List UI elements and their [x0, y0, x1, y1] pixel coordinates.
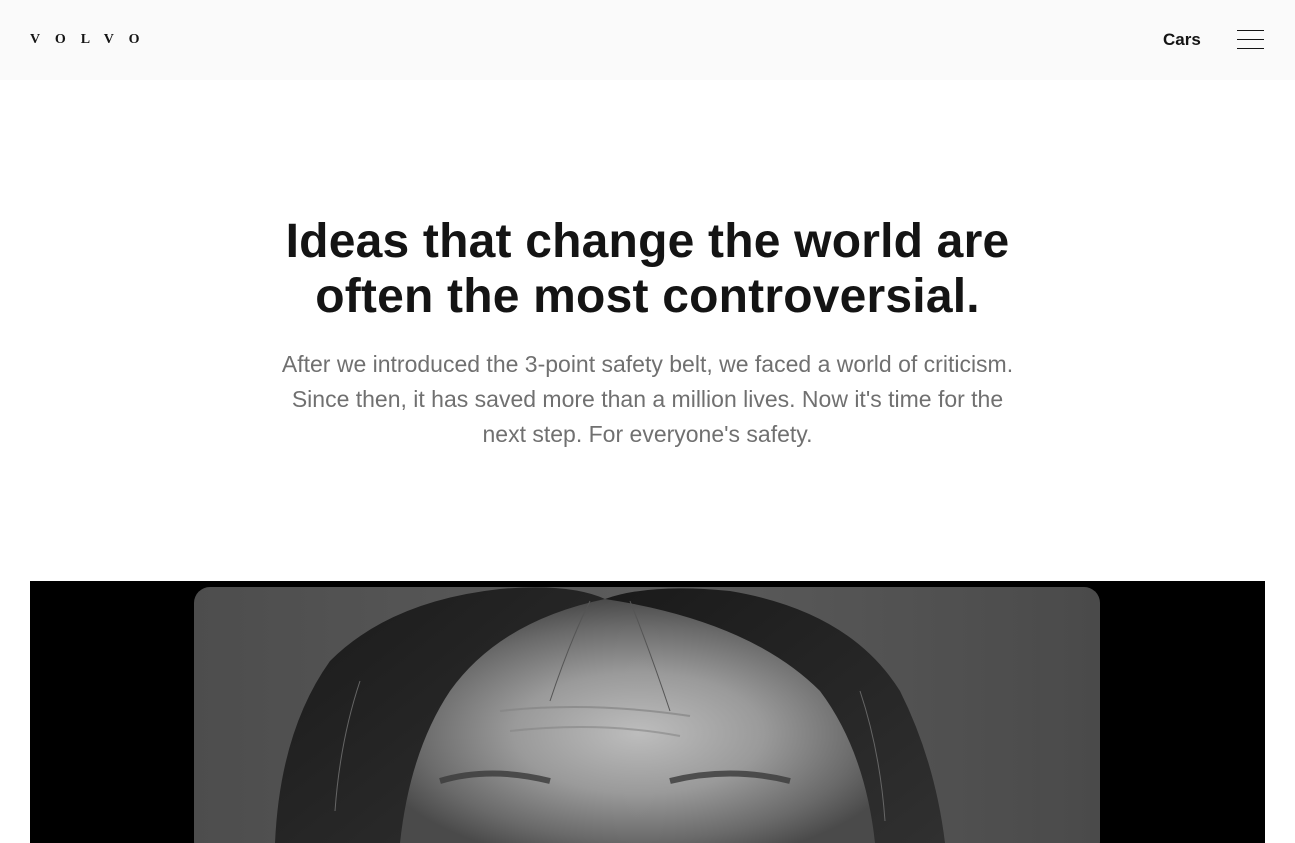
- hero-heading: Ideas that change the world are often th…: [285, 215, 1010, 323]
- menu-button[interactable]: [1235, 26, 1267, 54]
- video-frame: [194, 587, 1100, 843]
- hero-section: Ideas that change the world are often th…: [0, 214, 1295, 452]
- site-header: VOLVO Cars: [0, 0, 1295, 80]
- hero-body-text: After we introduced the 3-point safety b…: [281, 351, 1014, 447]
- nav-cars-link[interactable]: Cars: [1163, 30, 1201, 50]
- hero-video[interactable]: [30, 581, 1265, 843]
- volvo-logo[interactable]: VOLVO: [30, 31, 155, 49]
